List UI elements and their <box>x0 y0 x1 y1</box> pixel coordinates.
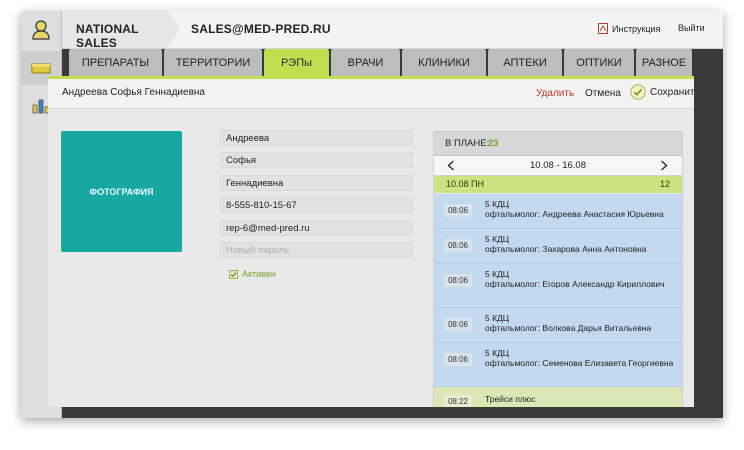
appointment-detail: офтальмолог: Захарова Анна Антоновна <box>485 244 647 254</box>
logout-label: Выйти <box>678 23 705 33</box>
appointment-item[interactable]: 08:06 5 КДЦ офтальмолог: Захарова Анна А… <box>434 229 682 264</box>
section-label: NATIONAL SALES <box>76 22 139 50</box>
logout-link[interactable]: Выйти <box>678 23 705 33</box>
cancel-button[interactable]: Отмена <box>585 88 621 99</box>
day-header[interactable]: 10.08 ПН 12 <box>434 176 682 193</box>
record-title: Андреева Софья Геннадиевна <box>62 87 205 98</box>
appointment-time: 08:06 <box>444 274 472 287</box>
plan-header: В ПЛАНЕ: 23 <box>434 132 682 156</box>
tab-label: АПТЕКИ <box>503 56 547 69</box>
appointment-time: 08:06 <box>444 318 472 331</box>
user-email: SALES@MED-PRED.RU <box>191 22 331 36</box>
save-button[interactable]: Сохранить <box>630 84 694 100</box>
appointment-title: 5 КДЦ <box>485 348 510 358</box>
appointment-item[interactable]: 08:22 Трейси плюс <box>434 387 682 407</box>
tab-optics[interactable]: ОПТИКИ <box>564 48 634 76</box>
tab-bar: ПРЕПАРАТЫ ТЕРРИТОРИИ РЭПы ВРАЧИ КЛИНИКИ … <box>48 48 694 76</box>
breadcrumb-section[interactable]: NATIONAL SALES <box>62 11 180 50</box>
check-icon <box>630 84 646 100</box>
plan-panel: В ПЛАНЕ: 23 10.08 - 16.08 10.08 ПН 12 08… <box>433 131 683 407</box>
tab-label: РАЗНОЕ <box>641 56 687 69</box>
breadcrumb-chevron <box>168 11 180 47</box>
appointment-item[interactable]: 08:06 5 КДЦ офтальмолог: Егоров Александ… <box>434 264 682 308</box>
plan-label: В ПЛАНЕ: <box>445 138 490 149</box>
delete-button[interactable]: Удалить <box>536 88 574 99</box>
appointment-item[interactable]: 08:06 5 КДЦ офтальмолог: Андреева Анаста… <box>434 194 682 229</box>
appointment-title: Трейси плюс <box>485 394 536 404</box>
week-navigator: 10.08 - 16.08 <box>434 156 682 176</box>
record-header: Андреева Софья Геннадиевна Удалить Отмен… <box>48 79 694 109</box>
tab-label: ОПТИКИ <box>576 56 622 69</box>
tab-clinics[interactable]: КЛИНИКИ <box>402 48 486 76</box>
pdf-icon <box>598 23 608 34</box>
appointment-detail: офтальмолог: Семенова Елизавета Георгиев… <box>485 358 674 368</box>
tab-misc[interactable]: РАЗНОЕ <box>636 48 692 76</box>
active-label: Активен <box>242 269 276 279</box>
appointment-detail: офтальмолог: Андреева Анастасия Юрьевна <box>485 209 664 219</box>
photo-placeholder[interactable]: ФОТОГРАФИЯ <box>61 131 182 252</box>
appointment-title: 5 КДЦ <box>485 234 510 244</box>
tab-label: РЭПы <box>280 56 313 69</box>
photo-label: ФОТОГРАФИЯ <box>89 186 154 197</box>
tab-label: ТЕРРИТОРИИ <box>175 56 251 69</box>
tab-label: ПРЕПАРАТЫ <box>81 56 150 69</box>
appointment-time: 08:06 <box>444 353 472 366</box>
appointment-item[interactable]: 08:06 5 КДЦ офтальмолог: Семенова Елизав… <box>434 343 682 387</box>
appointment-detail: офтальмолог: Волкова Дарья Витальевна <box>485 323 652 333</box>
phone-field[interactable]: 8-555-810-15-67 <box>220 197 413 213</box>
first-name-field[interactable]: Софья <box>220 152 413 168</box>
email-field[interactable]: rep-6@med-pred.ru <box>220 220 413 236</box>
save-label: Сохранить <box>650 86 694 98</box>
last-name-field[interactable]: Андреева <box>220 130 413 146</box>
tab-territories[interactable]: ТЕРРИТОРИИ <box>164 48 262 76</box>
rail-item-profile[interactable] <box>21 13 61 47</box>
help-link[interactable]: Инструкция <box>598 23 660 34</box>
middle-name-field[interactable]: Геннадиевна <box>220 175 413 191</box>
appointment-time: 08:06 <box>444 239 472 252</box>
user-icon <box>32 20 50 40</box>
appointment-title: 5 КДЦ <box>485 269 510 279</box>
chevron-right-icon[interactable] <box>660 160 668 171</box>
appointment-time: 08:06 <box>444 204 472 217</box>
help-label: Инструкция <box>612 23 661 34</box>
tab-reps[interactable]: РЭПы <box>264 48 329 76</box>
active-checkbox[interactable]: Активен <box>229 269 276 279</box>
day-label: 10.08 ПН <box>446 179 484 189</box>
content-panel: Андреева Софья Геннадиевна Удалить Отмен… <box>48 76 694 407</box>
appointment-title: 5 КДЦ <box>485 313 510 323</box>
tab-pharmacies[interactable]: АПТЕКИ <box>488 48 562 76</box>
checkbox-icon <box>229 269 238 279</box>
appointment-item[interactable]: 08:06 5 КДЦ офтальмолог: Волкова Дарья В… <box>434 308 682 343</box>
appointment-time: 08:22 <box>444 395 472 407</box>
top-bar: NATIONAL SALES SALES@MED-PRED.RU Инструк… <box>62 11 723 50</box>
password-field[interactable]: Новый пароль <box>220 242 413 258</box>
day-count: 12 <box>659 179 670 189</box>
week-range: 10.08 - 16.08 <box>530 160 586 171</box>
appointment-detail: офтальмолог: Егоров Александр Кириллович <box>485 279 665 289</box>
plan-count: 23 <box>488 138 499 149</box>
tab-doctors[interactable]: ВРАЧИ <box>331 48 400 76</box>
appointment-title: 5 КДЦ <box>485 199 510 209</box>
tab-label: КЛИНИКИ <box>418 56 470 69</box>
tab-label: ВРАЧИ <box>347 56 384 69</box>
tab-preparations[interactable]: ПРЕПАРАТЫ <box>69 48 162 76</box>
